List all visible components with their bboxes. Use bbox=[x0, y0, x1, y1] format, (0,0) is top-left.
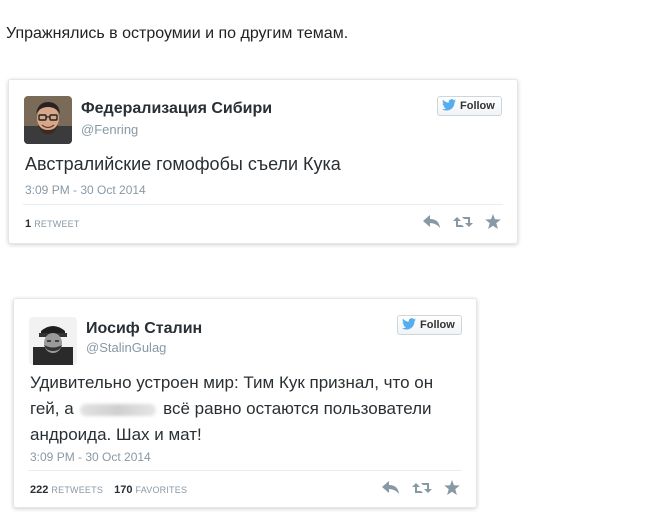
redacted-blur bbox=[80, 403, 157, 416]
tweet-card: Иосиф Сталин @StalinGulag Follow Удивите… bbox=[13, 298, 477, 508]
reply-icon[interactable] bbox=[382, 480, 400, 495]
tweet-text-fragment: гей, а bbox=[30, 399, 74, 418]
tweet-text-fragment: всё равно остаются пользователи bbox=[163, 399, 432, 418]
avatar[interactable] bbox=[24, 96, 72, 144]
tweet-timestamp[interactable]: 3:09 PM - 30 Oct 2014 bbox=[25, 183, 146, 197]
author-handle[interactable]: @StalinGulag bbox=[86, 340, 166, 355]
twitter-bird-icon bbox=[402, 317, 416, 333]
favorite-label: FAVORITES bbox=[135, 485, 188, 495]
tweet-actions bbox=[382, 480, 460, 495]
retweet-count: 1 bbox=[25, 218, 32, 230]
follow-button[interactable]: Follow bbox=[397, 315, 462, 335]
author-name[interactable]: Иосиф Сталин bbox=[86, 320, 202, 338]
divider bbox=[23, 204, 503, 205]
retweet-count: 222 bbox=[30, 484, 49, 496]
tweet-text: Удивительно устроен мир: Тим Кук признал… bbox=[30, 370, 433, 448]
twitter-bird-icon bbox=[442, 98, 456, 114]
divider bbox=[28, 470, 462, 471]
avatar[interactable] bbox=[29, 317, 77, 365]
tweet-text-line: андроида. Шах и мат! bbox=[30, 425, 202, 444]
author-name[interactable]: Федерализация Сибири bbox=[81, 100, 272, 118]
tweet-text: Австралийские гомофобы съели Кука bbox=[25, 154, 341, 174]
star-icon[interactable] bbox=[485, 214, 501, 229]
favorite-count: 170 bbox=[114, 484, 133, 496]
retweet-icon[interactable] bbox=[453, 215, 473, 229]
retweet-label: RETWEET bbox=[34, 219, 80, 229]
author-handle[interactable]: @Fenring bbox=[81, 122, 138, 137]
tweet-text-line: Удивительно устроен мир: Тим Кук признал… bbox=[30, 373, 434, 392]
tweet-stats: 222 RETWEETS 170 FAVORITES bbox=[30, 484, 195, 496]
retweet-label: RETWEETS bbox=[51, 485, 104, 495]
follow-label: Follow bbox=[460, 100, 495, 112]
follow-button[interactable]: Follow bbox=[437, 96, 502, 116]
follow-label: Follow bbox=[420, 319, 455, 331]
intro-text: Упражнялись в остроумии и по другим тема… bbox=[6, 25, 349, 42]
reply-icon[interactable] bbox=[423, 214, 441, 229]
tweet-text-line: гей, а всё равно остаются пользователи bbox=[30, 396, 433, 422]
tweet-timestamp[interactable]: 3:09 PM - 30 Oct 2014 bbox=[30, 450, 151, 464]
star-icon[interactable] bbox=[444, 480, 460, 495]
retweet-icon[interactable] bbox=[412, 481, 432, 495]
tweet-card: Федерализация Сибири @Fenring Follow Авс… bbox=[8, 79, 518, 244]
tweet-stats: 1 RETWEET bbox=[25, 218, 88, 230]
tweet-actions bbox=[423, 214, 501, 229]
